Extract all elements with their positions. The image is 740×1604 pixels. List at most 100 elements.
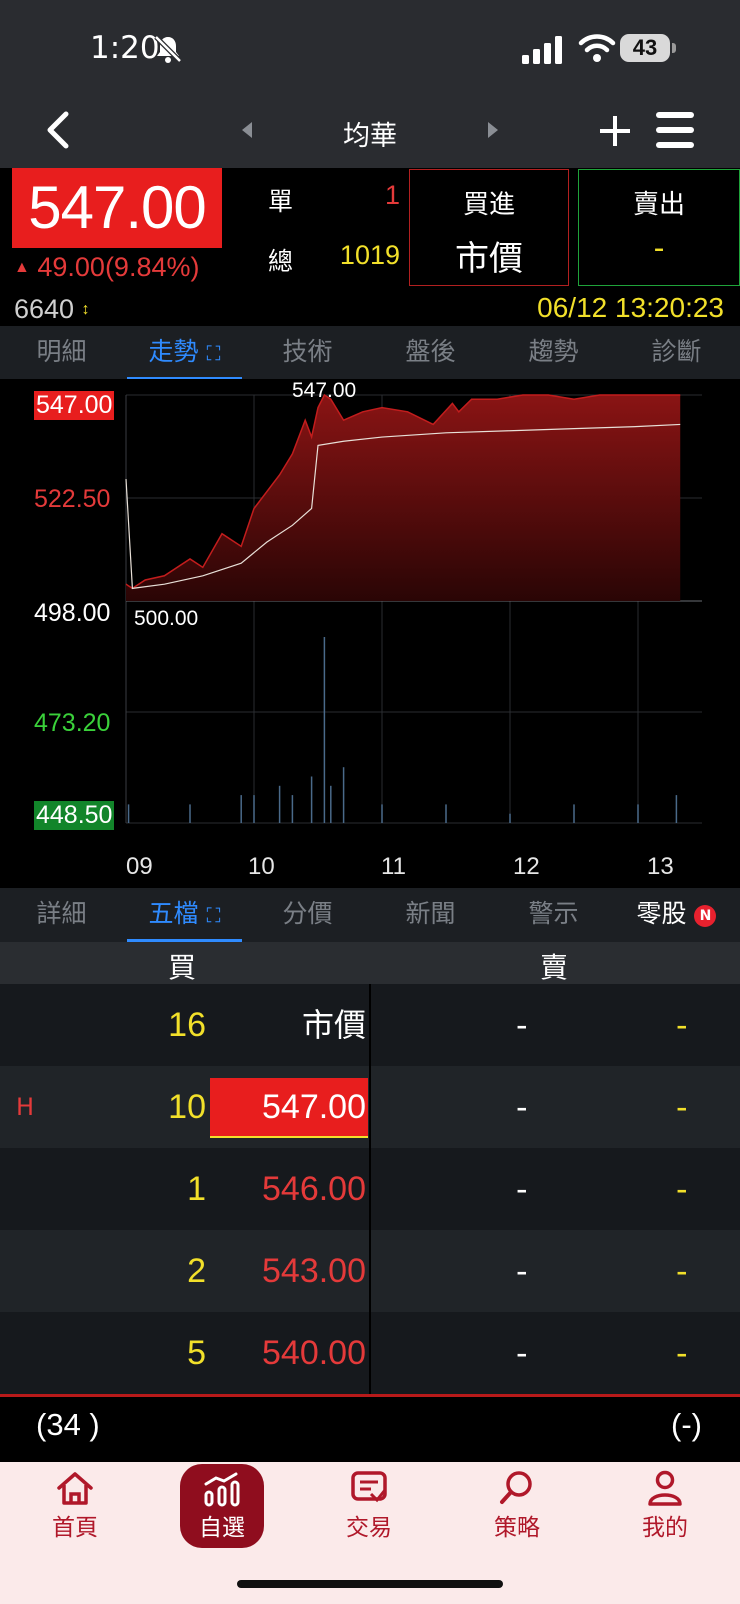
buy-price: 市價 [455,239,523,279]
bid-count: 1 [187,1170,206,1208]
y-tick-high: 547.00 [34,391,115,420]
detail-tabs: 明細 走勢 ⛶ 技術 盤後 趨勢 診斷 [0,326,740,380]
book-tabs: 詳細 五檔 ⛶ 分價 新聞 警示 零股 N [0,888,740,942]
book-header: 買 賣 [0,942,740,984]
ask-price: - [516,1252,528,1290]
x-tick-12: 12 [513,853,540,880]
total-volume-label: 總 [268,247,294,276]
ask-price: - [516,1170,528,1208]
sell-header: 賣 [540,951,569,984]
nav-watchlist[interactable]: 自選 [180,1464,264,1548]
y-tick-upper: 522.50 [34,485,111,513]
battery-level: 43 [620,34,670,62]
trade-volume: 6640 ↕ [14,294,90,325]
tab-five-levels[interactable]: 五檔 ⛶ [123,888,246,942]
ask-count: - [676,1006,688,1044]
next-stock-icon[interactable] [486,120,500,140]
nav-strategy[interactable]: 策略 [462,1470,572,1542]
price-change-value: 49.00 [37,252,105,282]
intraday-chart[interactable]: 547.00 522.50 498.00 473.20 448.50 547.0… [0,379,740,889]
search-icon [500,1471,532,1504]
volume-arrow-icon: ↕ [81,301,90,318]
sell-price: - [653,231,665,266]
tab-odd-lot[interactable]: 零股 N [615,888,738,942]
tab-price-distribution[interactable]: 分價 [246,888,369,942]
price-change-percent: (9.84%) [104,252,200,282]
single-volume-value: 1 [384,180,400,210]
quote-datetime: 06/12 13:20:23 [537,292,724,323]
high-price-label: 547.00 [292,379,357,402]
expand-icon[interactable]: ⛶ [206,903,220,927]
bid-price: 540.00 [262,1334,366,1372]
tab-detail-info[interactable]: 詳細 [0,888,123,942]
price-change: ▲ 49.00(9.84%) [14,252,199,283]
nav-strategy-label: 策略 [494,1515,540,1541]
x-tick-10: 10 [248,853,275,880]
bid-price: 市價 [301,1007,366,1043]
bid-count: 16 [168,1006,206,1044]
expand-icon[interactable]: ⛶ [206,341,220,365]
tab-five-levels-label: 五檔 [148,899,199,928]
tab-technical[interactable]: 技術 [246,326,369,380]
bid-count: 5 [187,1334,206,1372]
bell-muted-icon [154,35,182,63]
status-time: 1:20 [90,30,160,66]
home-indicator [237,1580,503,1588]
add-icon[interactable] [598,114,632,148]
bid-price: 546.00 [262,1170,366,1208]
nav-profile-label: 我的 [642,1515,688,1541]
nav-trade[interactable]: 交易 [314,1470,424,1542]
tab-odd-lot-label: 零股 [636,899,687,928]
single-volume-label: 單 [268,187,294,216]
nav-trade-label: 交易 [346,1515,392,1541]
high-marker: H [16,1093,35,1121]
y-tick-low: 448.50 [34,801,115,830]
tab-trend-analysis[interactable]: 趨勢 [492,326,615,380]
tab-after-hours[interactable]: 盤後 [369,326,492,380]
tab-trend[interactable]: 走勢 ⛶ [123,326,246,380]
tab-diagnosis[interactable]: 診斷 [615,326,738,380]
buy-button[interactable]: 買進 市價 [409,169,569,286]
ask-total: (-) [671,1407,702,1442]
total-volume-value: 1019 [339,240,400,270]
trade-volume-value: 6640 [14,294,75,324]
up-triangle-icon: ▲ [14,259,30,276]
user-icon [648,1470,682,1506]
cellular-signal-icon [522,36,562,64]
buy-label: 買進 [462,190,515,220]
last-price: 547.00 [12,168,222,248]
book-footer: (34 ) (-) [0,1394,740,1465]
ask-count: - [676,1334,688,1372]
tab-alerts[interactable]: 警示 [492,888,615,942]
bid-price: 543.00 [262,1252,366,1290]
tab-news[interactable]: 新聞 [369,888,492,942]
tab-details[interactable]: 明細 [0,326,123,380]
buy-header: 買 [168,951,197,984]
bid-count: 2 [187,1252,206,1290]
ask-count: - [676,1252,688,1290]
y-tick-lower: 473.20 [34,709,111,737]
ask-price: - [516,1334,528,1372]
bid-total: (34 ) [36,1407,100,1442]
ask-count: - [676,1170,688,1208]
menu-icon[interactable] [656,112,694,148]
ask-count: - [676,1088,688,1126]
ask-price: - [516,1088,528,1126]
nav-profile[interactable]: 我的 [610,1470,720,1542]
x-tick-09: 09 [126,853,153,880]
bar-chart-icon [204,1472,240,1507]
ask-price: - [516,1006,528,1044]
tab-trend-label: 走勢 [148,337,199,366]
new-badge: N [694,905,717,927]
nav-home[interactable]: 首頁 [20,1470,130,1542]
nav-home-label: 首頁 [52,1515,98,1541]
trade-icon [351,1471,387,1503]
sell-label: 賣出 [632,190,685,220]
bid-count: 10 [168,1088,206,1126]
x-tick-11: 11 [381,853,406,880]
sell-button[interactable]: 賣出 - [578,169,740,286]
x-tick-13: 13 [647,853,674,880]
book-divider [369,984,371,1394]
nav-watchlist-label: 自選 [199,1515,245,1541]
wifi-icon [578,34,616,62]
